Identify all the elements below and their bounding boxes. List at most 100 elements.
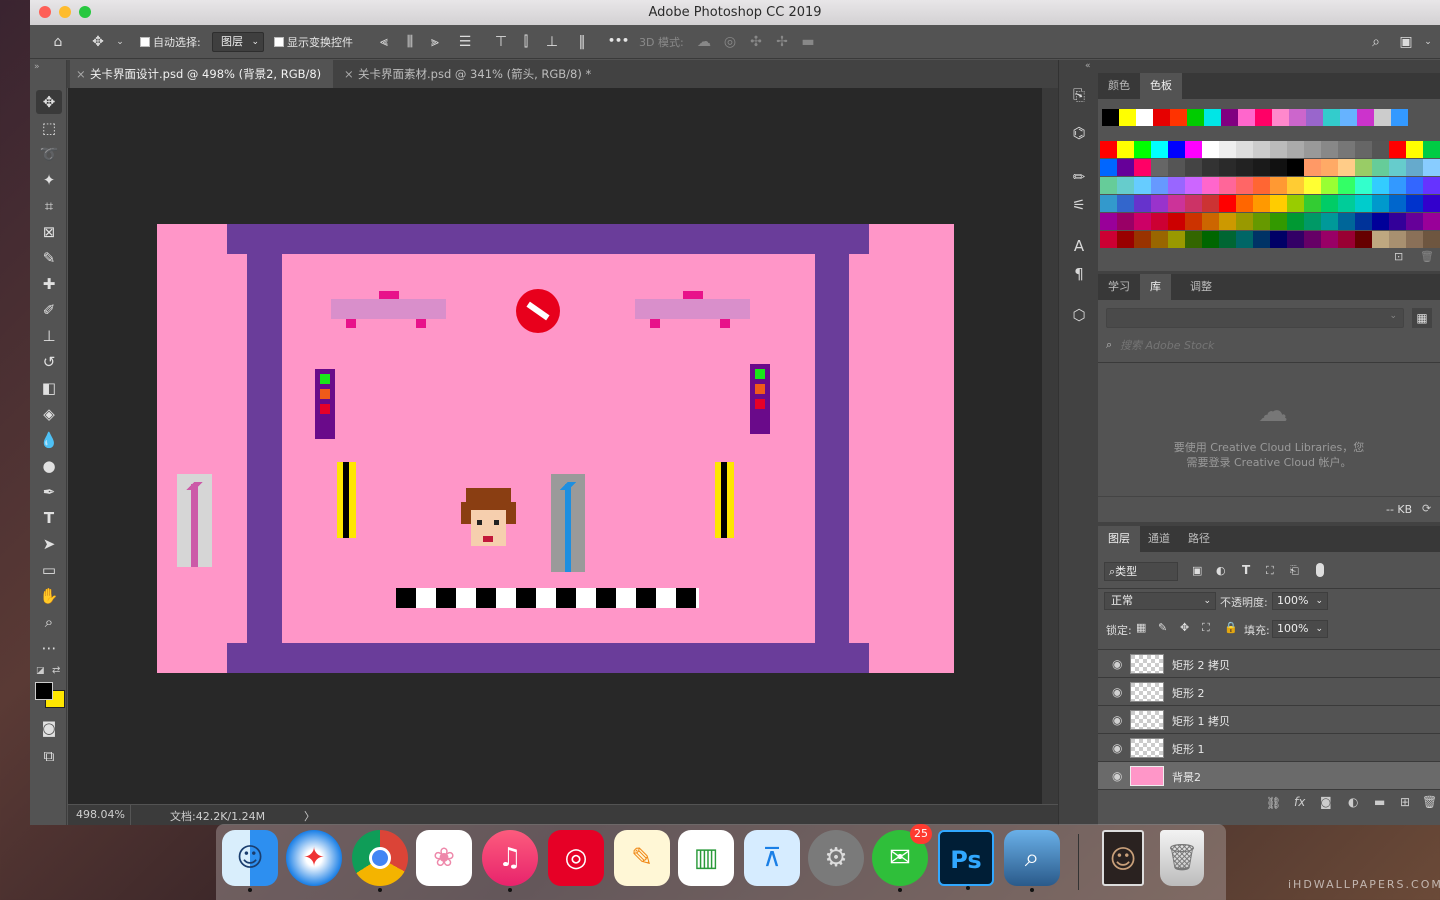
visibility-eye-icon[interactable]: ◉ bbox=[1112, 713, 1122, 727]
numbers-app-icon[interactable]: ▥ bbox=[678, 830, 734, 886]
properties-icon[interactable]: ⚟ bbox=[1068, 194, 1090, 216]
layer-row[interactable]: ◉ 矩形 2 bbox=[1098, 678, 1440, 706]
swatch[interactable] bbox=[1119, 109, 1136, 126]
3d-slide-icon[interactable]: ✢ bbox=[772, 32, 792, 52]
chrome-app-icon[interactable] bbox=[352, 830, 408, 892]
foreground-color-swatch[interactable] bbox=[35, 682, 53, 700]
swatch[interactable] bbox=[1270, 177, 1287, 194]
character-icon[interactable]: A bbox=[1068, 235, 1090, 257]
close-tab-icon[interactable]: × bbox=[344, 60, 354, 88]
keynote-app-icon[interactable]: ⊼ bbox=[744, 830, 800, 886]
collapse-panel-icon[interactable]: » bbox=[34, 62, 40, 72]
wechat-app-icon[interactable]: ✉ 25 bbox=[872, 824, 932, 892]
swatch[interactable] bbox=[1372, 195, 1389, 212]
layer-row[interactable]: ◉ 矩形 1 拷贝 bbox=[1098, 706, 1440, 734]
swatch[interactable] bbox=[1338, 177, 1355, 194]
adobe-stock-search-input[interactable] bbox=[1120, 335, 1432, 355]
swatch[interactable] bbox=[1187, 109, 1204, 126]
swatch[interactable] bbox=[1304, 231, 1321, 248]
auto-select-checkbox[interactable]: 自动选择: bbox=[140, 34, 201, 50]
swatch[interactable] bbox=[1151, 195, 1168, 212]
tab-channels[interactable]: 通道 bbox=[1138, 526, 1180, 552]
swatch[interactable] bbox=[1134, 159, 1151, 176]
swatch[interactable] bbox=[1253, 177, 1270, 194]
collapse-icon[interactable]: « bbox=[1085, 61, 1091, 71]
swatch[interactable] bbox=[1391, 109, 1408, 126]
quick-mask-icon[interactable]: ◙ bbox=[36, 716, 62, 740]
swatch[interactable] bbox=[1406, 159, 1423, 176]
brush-tool-icon[interactable]: ✐ bbox=[36, 298, 62, 322]
swatch[interactable] bbox=[1236, 213, 1253, 230]
swatch[interactable] bbox=[1304, 213, 1321, 230]
swatch[interactable] bbox=[1117, 159, 1134, 176]
lock-transparent-icon[interactable]: ▦ bbox=[1136, 621, 1146, 634]
tab-paths[interactable]: 路径 bbox=[1178, 526, 1220, 552]
swatch[interactable] bbox=[1287, 231, 1304, 248]
swatch[interactable] bbox=[1185, 195, 1202, 212]
system-preferences-icon[interactable]: ⚙ bbox=[808, 830, 864, 886]
swatch[interactable] bbox=[1423, 177, 1440, 194]
swatch[interactable] bbox=[1270, 159, 1287, 176]
swatch[interactable] bbox=[1204, 109, 1221, 126]
swatch[interactable] bbox=[1372, 231, 1389, 248]
swatch[interactable] bbox=[1406, 231, 1423, 248]
swatch[interactable] bbox=[1134, 195, 1151, 212]
swatch[interactable] bbox=[1423, 195, 1440, 212]
align-middle-icon[interactable]: ⫿ bbox=[516, 32, 536, 52]
swatch[interactable] bbox=[1253, 141, 1270, 158]
stamp-tool-icon[interactable]: ⊥ bbox=[36, 324, 62, 348]
swatch[interactable] bbox=[1321, 231, 1338, 248]
adjustment-layer-icon[interactable]: ◐ bbox=[1348, 795, 1358, 809]
tab-level-design[interactable]: × 关卡界面设计.psd @ 498% (背景2, RGB/8) bbox=[70, 60, 334, 88]
swatch[interactable] bbox=[1168, 213, 1185, 230]
history-icon[interactable]: ⎘ bbox=[1068, 84, 1090, 106]
workspace-chevron-icon[interactable]: ⌄ bbox=[1418, 32, 1438, 52]
swatch[interactable] bbox=[1287, 159, 1304, 176]
crop-tool-icon[interactable]: ⌗ bbox=[36, 194, 62, 218]
wallpaper-stack-icon[interactable]: ☺ bbox=[1102, 830, 1144, 886]
3d-roll-icon[interactable]: ◎ bbox=[720, 32, 740, 52]
swatch[interactable] bbox=[1372, 213, 1389, 230]
distribute-icon[interactable]: ☰ bbox=[455, 32, 475, 52]
lock-position-icon[interactable]: ✥ bbox=[1180, 621, 1189, 634]
swatch[interactable] bbox=[1321, 195, 1338, 212]
swatch[interactable] bbox=[1168, 231, 1185, 248]
swatch[interactable] bbox=[1287, 177, 1304, 194]
swatch[interactable] bbox=[1151, 159, 1168, 176]
filter-adjustment-icon[interactable]: ◐ bbox=[1216, 564, 1226, 577]
swatch[interactable] bbox=[1236, 141, 1253, 158]
status-menu-arrow[interactable]: 〉 bbox=[304, 808, 315, 824]
swatch[interactable] bbox=[1389, 213, 1406, 230]
swatch[interactable] bbox=[1357, 109, 1374, 126]
netease-music-app-icon[interactable]: ◎ bbox=[548, 830, 604, 886]
swatch[interactable] bbox=[1338, 195, 1355, 212]
swatch[interactable] bbox=[1423, 231, 1440, 248]
screen-mode-icon[interactable]: ⧉ bbox=[36, 744, 62, 768]
tab-learn[interactable]: 学习 bbox=[1098, 274, 1140, 300]
visibility-eye-icon[interactable]: ◉ bbox=[1112, 769, 1122, 783]
swatch[interactable] bbox=[1355, 177, 1372, 194]
preview-app-icon[interactable]: ⌕ bbox=[1004, 830, 1060, 892]
swatch[interactable] bbox=[1202, 231, 1219, 248]
swatch[interactable] bbox=[1270, 141, 1287, 158]
library-dropdown[interactable]: ⌄ bbox=[1106, 308, 1404, 328]
new-group-icon[interactable]: ▬ bbox=[1374, 795, 1385, 809]
tab-libraries[interactable]: 库 bbox=[1140, 274, 1171, 300]
tab-layers[interactable]: 图层 bbox=[1098, 526, 1140, 552]
zoom-window-button[interactable] bbox=[79, 6, 91, 18]
lock-pixels-icon[interactable]: ✎ bbox=[1158, 621, 1167, 634]
swatch[interactable] bbox=[1153, 109, 1170, 126]
swatch[interactable] bbox=[1219, 177, 1236, 194]
swatch[interactable] bbox=[1406, 195, 1423, 212]
swatch[interactable] bbox=[1117, 213, 1134, 230]
finder-app-icon[interactable]: ☺ bbox=[222, 830, 278, 892]
swatch[interactable] bbox=[1168, 195, 1185, 212]
vertical-scrollbar[interactable] bbox=[1042, 88, 1058, 804]
swatch[interactable] bbox=[1355, 231, 1372, 248]
layer-row-selected[interactable]: ◉ 背景2 bbox=[1098, 762, 1440, 790]
layer-row[interactable]: ◉ 矩形 2 拷贝 bbox=[1098, 650, 1440, 678]
filter-shape-icon[interactable]: ⛶ bbox=[1266, 564, 1274, 578]
swatch[interactable] bbox=[1321, 213, 1338, 230]
home-icon[interactable]: ⌂ bbox=[48, 32, 68, 52]
swatch[interactable] bbox=[1134, 231, 1151, 248]
